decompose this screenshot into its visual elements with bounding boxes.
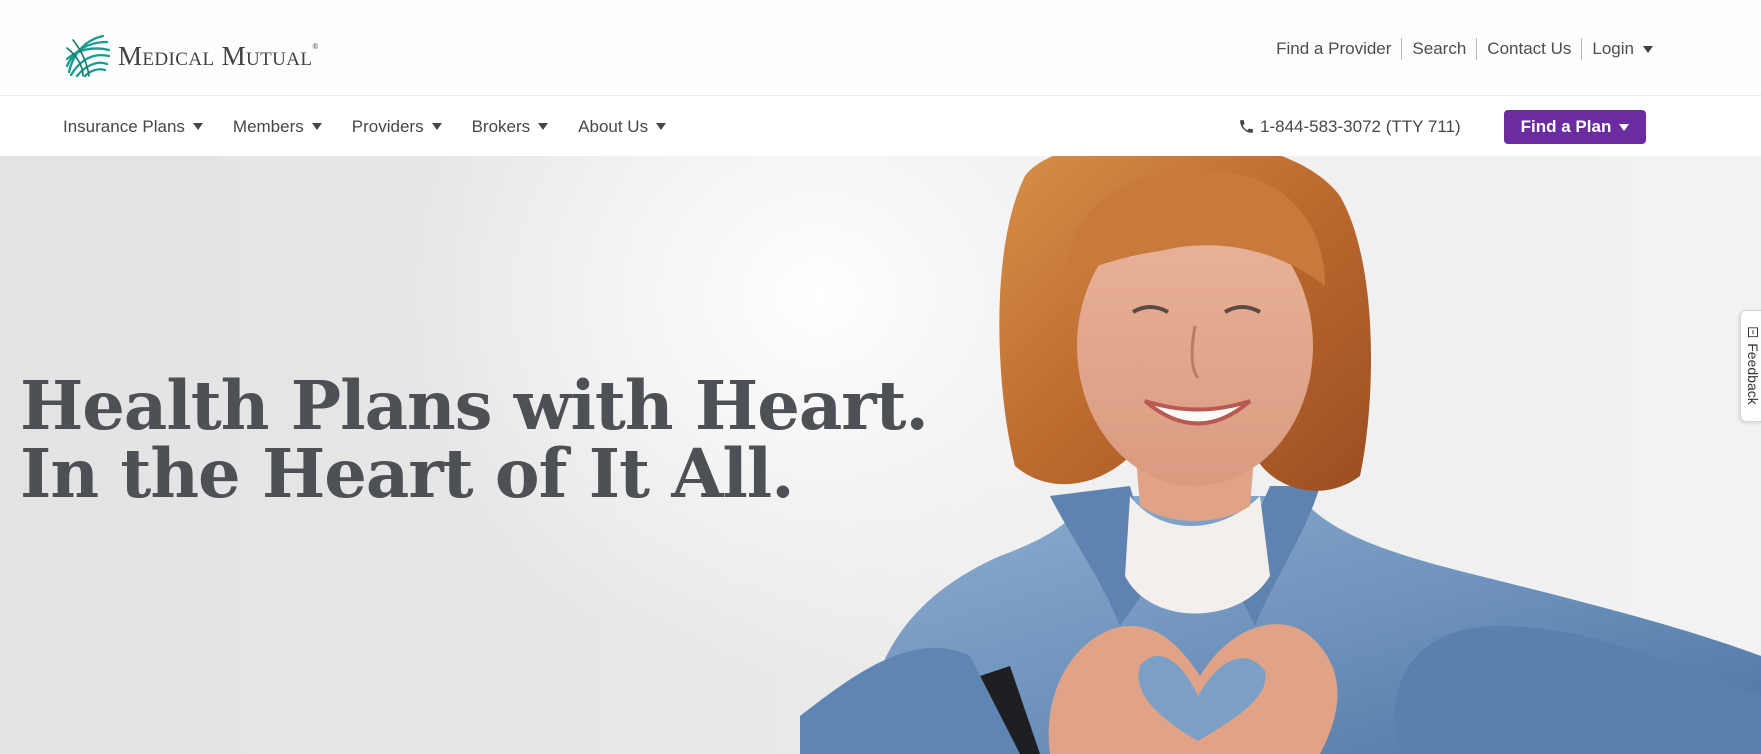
nav-item-label: Brokers xyxy=(471,116,531,136)
caret-down-icon xyxy=(1619,123,1630,131)
hero-photo xyxy=(800,156,1761,754)
hero-headline: Health Plans with Heart. In the Heart of… xyxy=(20,366,929,513)
caret-down-icon xyxy=(656,123,667,130)
feedback-content: Feedback xyxy=(1744,327,1761,405)
phone-link[interactable]: 1-844-583-3072 (TTY 711) xyxy=(1238,97,1461,156)
caret-down-icon xyxy=(311,123,322,130)
hero-headline-line-2: In the Heart of It All. xyxy=(20,434,795,513)
find-a-plan-button[interactable]: Find a Plan xyxy=(1504,110,1646,144)
caret-down-icon xyxy=(431,123,442,130)
utility-bar: Medical Mutual® Find a Provider Search C… xyxy=(0,0,1761,96)
feedback-label: Feedback xyxy=(1744,343,1761,405)
nav-item-label: Insurance Plans xyxy=(63,116,185,136)
main-nav: Insurance Plans Members Providers Broker… xyxy=(0,97,1761,156)
feedback-tab[interactable]: Feedback xyxy=(1740,310,1761,422)
logo-mark-icon xyxy=(65,34,111,78)
login-dropdown[interactable]: Login xyxy=(1582,38,1653,60)
utility-links: Find a Provider Search Contact Us Login xyxy=(1266,38,1653,60)
caret-down-icon xyxy=(192,123,203,130)
nav-item-insurance-plans[interactable]: Insurance Plans xyxy=(63,117,203,137)
find-a-plan-label: Find a Plan xyxy=(1520,117,1612,136)
hero-headline-line-1: Health Plans with Heart. xyxy=(20,366,929,445)
feedback-icon xyxy=(1747,327,1758,338)
nav-item-about-us[interactable]: About Us xyxy=(578,116,667,137)
main-nav-items: Insurance Plans Members Providers Broker… xyxy=(63,97,696,156)
nav-item-members[interactable]: Members xyxy=(233,117,322,137)
caret-down-icon xyxy=(538,123,549,130)
logo-wordmark: Medical Mutual® xyxy=(118,41,319,71)
phone-icon xyxy=(1240,120,1253,133)
nav-item-label: Providers xyxy=(351,116,424,136)
caret-down-icon xyxy=(1643,45,1653,53)
phone-number: 1-844-583-3072 (TTY 711) xyxy=(1260,116,1461,136)
login-label: Login xyxy=(1592,39,1634,58)
find-provider-link[interactable]: Find a Provider xyxy=(1266,38,1401,60)
contact-us-link[interactable]: Contact Us xyxy=(1477,38,1581,60)
search-link[interactable]: Search xyxy=(1402,38,1476,60)
site-logo[interactable]: Medical Mutual® xyxy=(63,32,319,78)
nav-item-providers[interactable]: Providers xyxy=(352,117,442,137)
nav-item-brokers[interactable]: Brokers xyxy=(472,117,549,137)
nav-item-label: Members xyxy=(232,116,304,136)
hero-banner: Health Plans with Heart. In the Heart of… xyxy=(0,156,1761,754)
nav-item-label: About Us xyxy=(578,116,649,136)
